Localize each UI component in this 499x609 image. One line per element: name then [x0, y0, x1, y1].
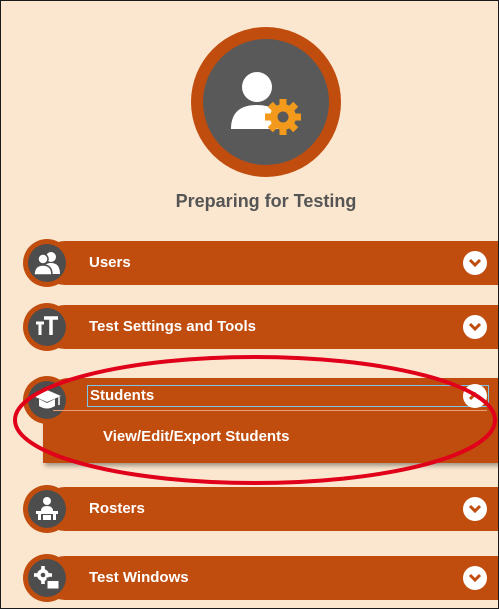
- chevron-up-icon[interactable]: [463, 384, 487, 408]
- nav-item-students[interactable]: Students View/Edit/Export Students: [23, 376, 498, 463]
- submenu-item-view-edit-export-students[interactable]: View/Edit/Export Students: [103, 428, 289, 445]
- nav-item-test-settings-and-tools[interactable]: Test Settings and Tools: [23, 303, 498, 351]
- preparing-for-testing-panel: Preparing for Testing Users Test Setting…: [0, 0, 499, 609]
- nav-item-test-windows[interactable]: Test Windows: [23, 554, 498, 602]
- calendar-gear-icon: [34, 566, 60, 590]
- users-icon: [33, 252, 60, 276]
- nav-item-users[interactable]: Users: [23, 239, 498, 287]
- text-size-icon: [36, 316, 58, 335]
- students-header-button[interactable]: Students: [87, 385, 489, 407]
- nav-item-rosters[interactable]: Rosters: [23, 485, 498, 533]
- chevron-down-icon[interactable]: [463, 497, 487, 521]
- chevron-down-icon[interactable]: [463, 315, 487, 339]
- nav-item-label: Rosters: [89, 500, 145, 517]
- user-gear-icon: [231, 72, 301, 135]
- nav-item-label: Users: [89, 254, 131, 271]
- submenu-divider: [53, 410, 487, 411]
- user-settings-badge: [191, 27, 341, 177]
- classroom-icon: [36, 497, 58, 520]
- chevron-down-icon[interactable]: [463, 251, 487, 275]
- nav-item-label: Test Settings and Tools: [89, 318, 256, 335]
- nav-item-label: Test Windows: [89, 569, 189, 586]
- chevron-down-icon[interactable]: [463, 566, 487, 590]
- graduation-cap-icon: [33, 390, 61, 409]
- nav-item-label: Students: [90, 387, 155, 404]
- page-title: Preparing for Testing: [175, 191, 357, 211]
